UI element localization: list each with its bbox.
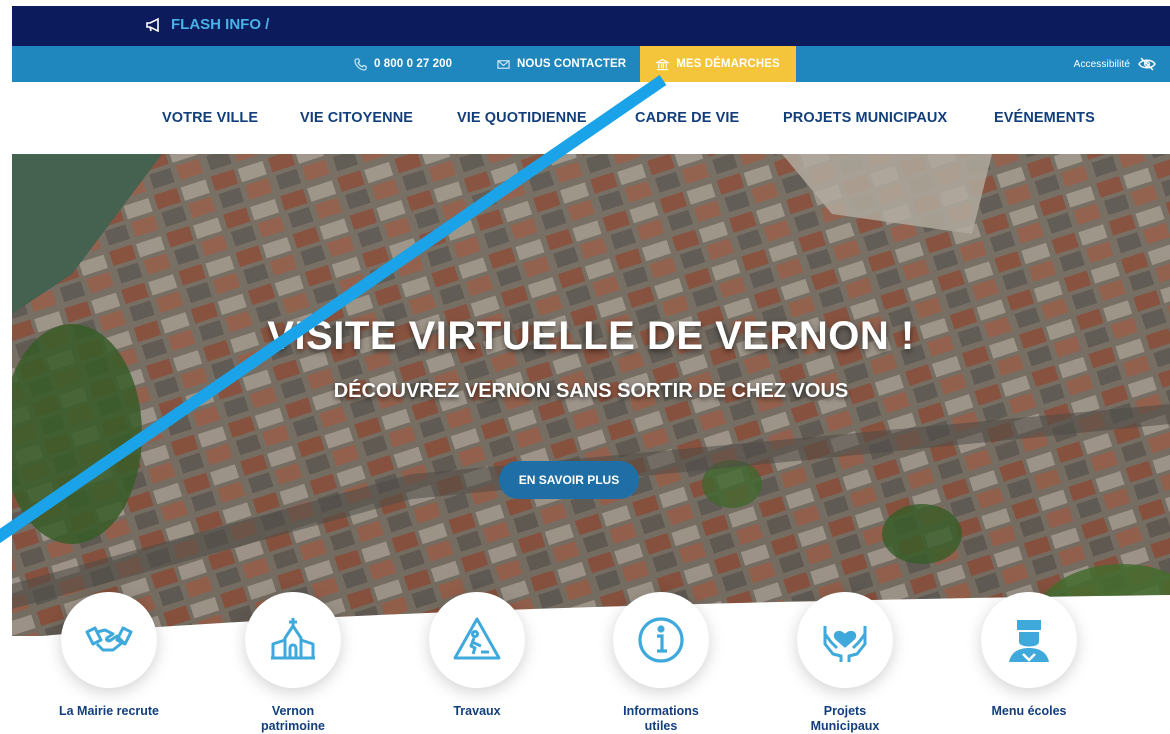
- nav-item-votre-ville[interactable]: VOTRE VILLE: [162, 110, 258, 126]
- phone-icon: [354, 57, 367, 71]
- megaphone-icon: [146, 17, 159, 32]
- nav-item-cadre-de-vie[interactable]: CADRE DE VIE: [635, 110, 739, 126]
- quicklink-circle: [613, 592, 709, 688]
- quicklink-label: Informations utiles: [623, 704, 699, 733]
- handshake-icon: [85, 626, 133, 652]
- quicklink-projets-municipaux[interactable]: Projets Municipaux: [770, 592, 920, 734]
- info-icon: [638, 617, 684, 663]
- quicklink-vernon-patrimoine[interactable]: Vernon patrimoine: [218, 592, 368, 734]
- utility-bar: 0 800 0 27 200 NOUS CONTACTER MES DÉMARC…: [12, 46, 1170, 82]
- quicklink-informations-utiles[interactable]: Informations utiles: [586, 592, 736, 734]
- quicklink-label: Travaux: [453, 704, 501, 718]
- nav-item-evenements[interactable]: EVÉNEMENTS: [994, 110, 1095, 126]
- chef-icon: [1009, 620, 1049, 662]
- contact-label: NOUS CONTACTER: [517, 58, 627, 70]
- phone-number: 0 800 0 27 200: [374, 58, 453, 70]
- flash-info-bar: FLASH INFO /: [12, 6, 1170, 46]
- quicklink-label: Menu écoles: [991, 704, 1067, 718]
- quicklink-label: Projets Municipaux: [810, 704, 880, 733]
- quicklink-circle: [245, 592, 341, 688]
- quicklink-travaux[interactable]: Travaux: [402, 592, 552, 719]
- nav-item-vie-quotidienne[interactable]: VIE QUOTIDIENNE: [457, 110, 587, 126]
- demarches-button[interactable]: MES DÉMARCHES: [640, 46, 796, 82]
- quicklink-circle: [797, 592, 893, 688]
- main-navigation: VOTRE VILLE VIE CITOYENNE VIE QUOTIDIENN…: [12, 82, 1170, 154]
- nav-item-projets-municipaux[interactable]: PROJETS MUNICIPAUX: [783, 110, 947, 126]
- quicklink-circle: [61, 592, 157, 688]
- accessibility-toggle[interactable]: Accessibilité: [1074, 46, 1156, 82]
- hero-title: VISITE VIRTUELLE DE VERNON !: [267, 314, 915, 358]
- contact-link[interactable]: NOUS CONTACTER: [497, 46, 626, 82]
- flash-info-label: FLASH INFO /: [171, 16, 270, 33]
- roadwork-icon: [453, 617, 501, 660]
- quicklink-mairie-recrute[interactable]: La Mairie recrute: [34, 592, 184, 719]
- heart-hands-icon: [823, 626, 867, 662]
- quicklink-label: Vernon patrimoine: [261, 704, 325, 733]
- church-icon: [271, 618, 315, 660]
- quicklink-menu-ecoles[interactable]: Menu écoles: [954, 592, 1104, 719]
- learn-more-button[interactable]: EN SAVOIR PLUS: [499, 461, 639, 499]
- flash-info[interactable]: FLASH INFO /: [145, 16, 269, 33]
- demarches-label: MES DÉMARCHES: [676, 58, 780, 70]
- nav-item-vie-citoyenne[interactable]: VIE CITOYENNE: [300, 110, 413, 126]
- phone-link[interactable]: 0 800 0 27 200: [354, 46, 452, 82]
- town-hall-icon: [656, 58, 670, 70]
- quicklink-circle: [981, 592, 1077, 688]
- eye-off-icon: [1138, 57, 1156, 71]
- quicklink-circle: [429, 592, 525, 688]
- mail-icon: [497, 59, 510, 69]
- hero-subtitle: DÉCOUVREZ VERNON SANS SORTIR DE CHEZ VOU…: [333, 380, 849, 402]
- accessibility-label: Accessibilité: [1073, 58, 1130, 70]
- quicklink-label: La Mairie recrute: [58, 704, 160, 718]
